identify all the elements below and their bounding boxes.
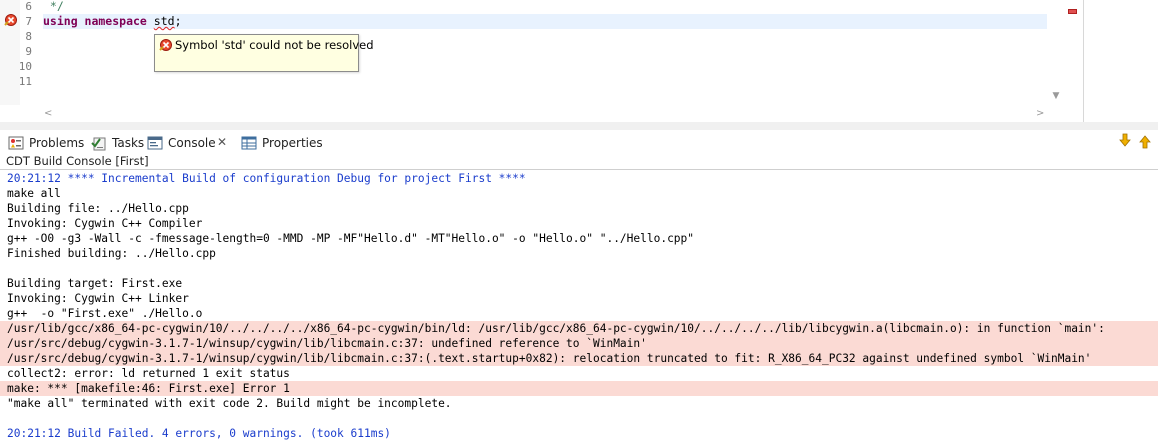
tab-label: Tasks	[112, 136, 145, 150]
console-icon	[147, 136, 163, 150]
code-editor[interactable]: 6 7 8 9 10 11 */ using namespace std; ▼ …	[0, 0, 1158, 128]
close-tab-icon[interactable]: ✕	[217, 135, 227, 149]
console-error-line[interactable]: /usr/src/debug/cygwin-3.1.7-1/winsup/cyg…	[0, 351, 1158, 366]
line-number: 7	[25, 15, 32, 28]
view-toolbar	[1119, 133, 1151, 149]
view-tab-bar: Problems Tasks Console ✕ Properties	[0, 130, 1158, 154]
horizontal-scrollbar[interactable]: < >	[40, 105, 1048, 122]
console-line: Building file: ../Hello.cpp	[7, 202, 189, 215]
scroll-left-arrow-icon[interactable]: <	[44, 108, 52, 119]
console-line: Invoking: Cygwin C++ Compiler	[7, 217, 203, 230]
console-error-line[interactable]: make: *** [makefile:46: First.exe] Error…	[0, 381, 1158, 396]
divider	[0, 169, 1158, 170]
tab-label: Console	[168, 136, 216, 150]
tab-label: Problems	[29, 136, 85, 150]
tooltip-message: Symbol 'std' could not be resolved	[175, 38, 374, 52]
minimize-view-icon[interactable]	[1119, 133, 1131, 147]
line-number: 6	[25, 0, 32, 13]
panel-sash[interactable]	[0, 122, 1158, 130]
unresolved-symbol[interactable]: std	[154, 14, 175, 28]
console-line: Building target: First.exe	[7, 277, 183, 290]
panel-divider	[1083, 0, 1084, 122]
console-error-line[interactable]: /usr/lib/gcc/x86_64-pc-cygwin/10/../../.…	[0, 321, 1158, 336]
maximize-view-icon[interactable]	[1139, 135, 1151, 149]
tab-problems[interactable]: Problems	[8, 133, 84, 153]
console-line: 20:21:12 **** Incremental Build of confi…	[7, 172, 526, 185]
error-icon	[159, 39, 172, 51]
overview-error-marker[interactable]	[1068, 9, 1077, 14]
line-number: 11	[18, 75, 32, 88]
console-line: "make all" terminated with exit code 2. …	[7, 397, 452, 410]
line-number: 10	[18, 60, 32, 73]
scroll-down-arrow-icon[interactable]: ▼	[1050, 90, 1062, 102]
console-line: Invoking: Cygwin C++ Linker	[7, 292, 189, 305]
console-title: CDT Build Console [First]	[6, 154, 149, 168]
code-line-current[interactable]: using namespace std;	[43, 14, 1047, 29]
console-line: g++ -o "First.exe" ./Hello.o	[7, 307, 203, 320]
console-line: 20:21:12 Build Failed. 4 errors, 0 warni…	[7, 427, 391, 440]
tab-label: Properties	[262, 136, 323, 150]
console-error-line[interactable]: /usr/src/debug/cygwin-3.1.7-1/winsup/cyg…	[0, 336, 1158, 351]
line-number: 9	[25, 45, 32, 58]
hover-tooltip: Symbol 'std' could not be resolved	[154, 34, 374, 72]
console-line: collect2: error: ld returned 1 exit stat…	[7, 367, 290, 380]
keyword-text: using namespace	[43, 14, 147, 28]
problems-icon	[8, 136, 24, 150]
console-output[interactable]: 20:21:12 **** Incremental Build of confi…	[0, 171, 1158, 445]
code-semicolon: ;	[174, 14, 182, 28]
comment-text: */	[43, 0, 64, 13]
line-number: 8	[25, 30, 32, 43]
properties-icon	[241, 136, 257, 150]
console-line: g++ -O0 -g3 -Wall -c -fmessage-length=0 …	[7, 232, 695, 245]
tab-console[interactable]: Console	[147, 133, 216, 153]
console-line: Finished building: ../Hello.cpp	[7, 247, 216, 260]
code-line[interactable]	[43, 74, 1047, 89]
code-line[interactable]: */	[43, 0, 1047, 14]
tab-tasks[interactable]: Tasks	[91, 133, 144, 153]
tab-properties[interactable]: Properties	[241, 133, 323, 153]
console-line: make all	[7, 187, 61, 200]
tasks-icon	[91, 137, 106, 151]
scroll-right-arrow-icon[interactable]: >	[1036, 108, 1044, 119]
